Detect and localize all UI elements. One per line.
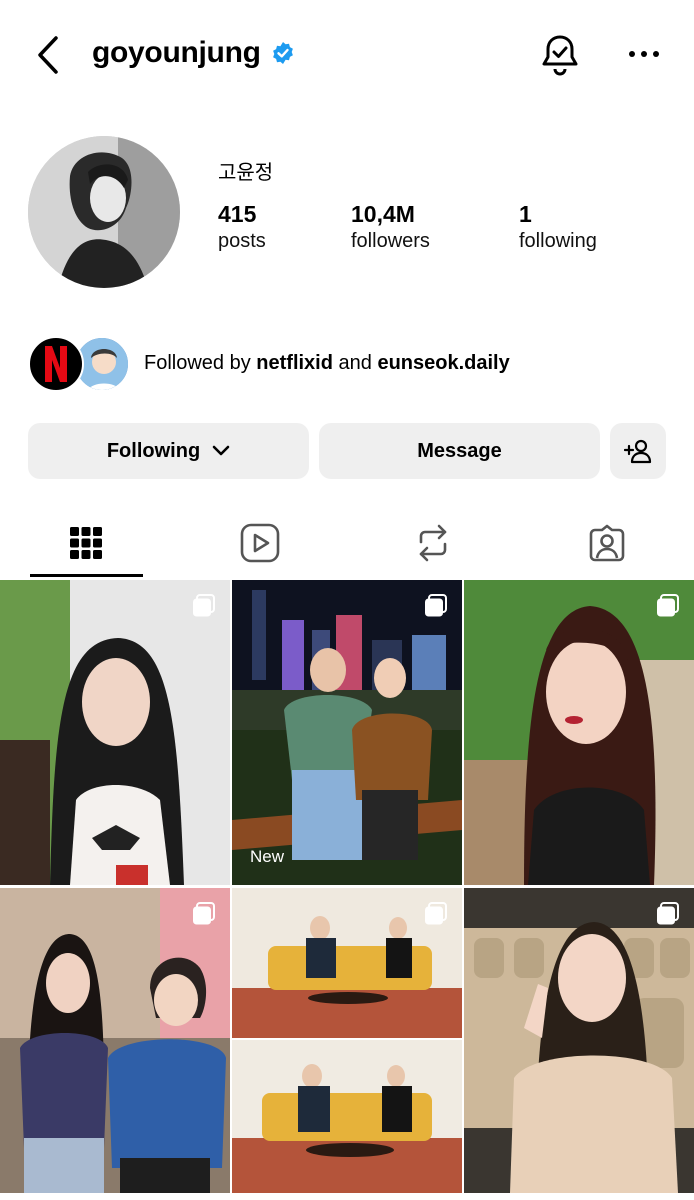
stat-label: followers	[351, 230, 430, 252]
chevron-down-icon	[212, 445, 230, 456]
following-count[interactable]: 1 following	[519, 200, 597, 254]
followed-by-user2: eunseok.daily	[377, 352, 510, 374]
stat-label: following	[519, 230, 597, 252]
following-button[interactable]: Following	[28, 423, 309, 479]
grid-post[interactable]: New	[232, 580, 462, 885]
grid-post[interactable]	[0, 580, 230, 885]
message-button[interactable]: Message	[319, 423, 600, 479]
following-button-label: Following	[106, 439, 201, 462]
notification-bell-icon[interactable]	[538, 32, 582, 80]
profile-tabs	[0, 508, 694, 580]
tab-posts[interactable]	[0, 508, 172, 578]
tab-reels[interactable]	[174, 508, 346, 578]
verified-badge-icon	[272, 42, 293, 64]
username-group: goyounjung	[92, 36, 295, 70]
grid-post[interactable]	[464, 888, 694, 1193]
tab-tagged[interactable]	[521, 508, 693, 578]
reels-icon	[240, 523, 280, 563]
grid-post[interactable]	[232, 888, 462, 1193]
multiple-images-icon	[657, 594, 679, 617]
profile-display-name: 고윤정	[218, 162, 274, 184]
message-button-label: Message	[417, 439, 502, 462]
followers-count[interactable]: 10,4M followers	[351, 200, 430, 254]
followed-by-conj: and	[338, 352, 372, 374]
tab-reposts[interactable]	[347, 508, 519, 578]
multiple-images-icon	[193, 594, 215, 617]
followed-by-prefix: Followed by	[144, 352, 251, 374]
active-tab-indicator	[30, 574, 143, 577]
netflix-logo-icon	[45, 346, 67, 382]
netflix-avatar	[28, 336, 84, 392]
back-chevron-icon[interactable]	[30, 32, 70, 78]
multiple-images-icon	[193, 902, 215, 925]
more-options-icon[interactable]	[624, 42, 664, 66]
reposts-icon	[419, 524, 447, 562]
tagged-icon	[589, 524, 625, 562]
followed-by-text[interactable]: Followed by netflixid and eunseok.daily	[144, 352, 510, 375]
add-person-icon	[624, 439, 652, 464]
profile-avatar[interactable]	[28, 136, 180, 288]
posts-grid-icon	[70, 527, 102, 559]
multiple-images-icon	[657, 902, 679, 925]
followed-by-avatars[interactable]	[28, 336, 132, 394]
grid-post[interactable]	[464, 580, 694, 885]
profile-header: goyounjung	[0, 0, 694, 110]
grid-post[interactable]	[0, 888, 230, 1193]
stat-value: 1	[519, 201, 532, 227]
profile-username: goyounjung	[92, 36, 261, 69]
multiple-images-icon	[425, 594, 447, 617]
stat-label: posts	[218, 230, 266, 252]
new-post-label: New	[250, 847, 285, 866]
stat-value: 10,4M	[351, 201, 415, 227]
suggested-users-button[interactable]	[610, 423, 666, 479]
stat-value: 415	[218, 201, 257, 227]
followed-by-user1: netflixid	[256, 352, 333, 374]
multiple-images-icon	[425, 902, 447, 925]
posts-count[interactable]: 415 posts	[218, 200, 266, 254]
